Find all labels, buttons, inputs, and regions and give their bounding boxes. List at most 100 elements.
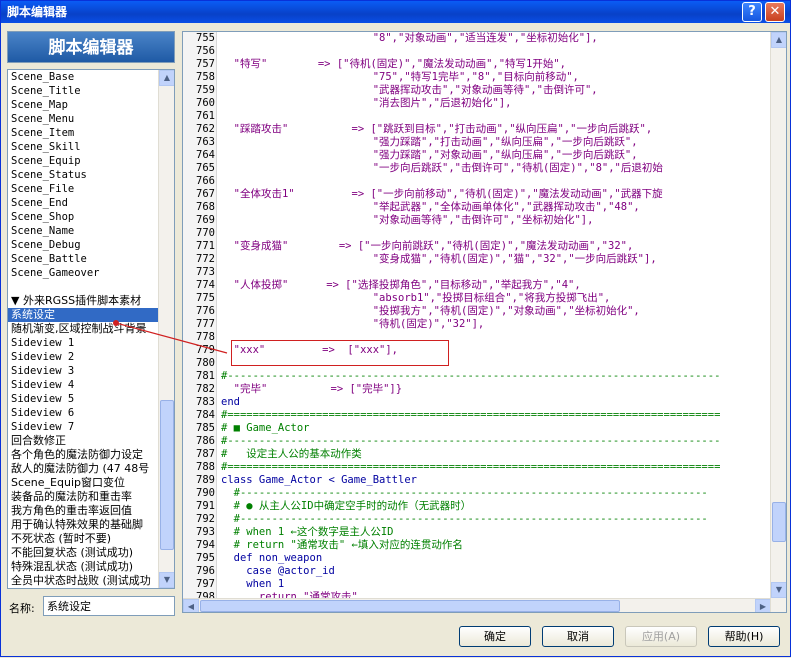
code-line[interactable]: 774 "人体投掷" => ["选择投掷角色","目标移动","举起我方","4… (183, 279, 771, 292)
code-text[interactable]: "8","对象动画","适当连发","坐标初始化"], (221, 32, 598, 45)
list-item[interactable]: 随机渐变,区域控制战斗背景 (8, 322, 159, 336)
list-item[interactable]: Scene_Item (8, 126, 159, 140)
code-line[interactable]: 766 (183, 175, 771, 188)
code-line[interactable]: 776 "投掷我方","待机(固定)","对象动画","坐标初始化", (183, 305, 771, 318)
list-item[interactable]: 用于确认特殊效果的基础脚 (8, 518, 159, 532)
code-line[interactable]: 769 "对象动画等待","击倒许可","坐标初始化"], (183, 214, 771, 227)
code-line[interactable]: 758 "75","特写1完毕","8","目标向前移动", (183, 71, 771, 84)
code-line[interactable]: 759 "武器挥动攻击","对象动画等待","击倒许可", (183, 84, 771, 97)
code-line[interactable]: 796 case @actor_id (183, 565, 771, 578)
name-field[interactable] (43, 596, 175, 616)
scroll-right-icon[interactable]: ▶ (755, 599, 771, 612)
code-text[interactable]: "消去图片","后退初始化"], (221, 97, 512, 110)
list-item[interactable]: Scene_Equip (8, 154, 159, 168)
list-item[interactable]: 特殊混乱状态 (测试成功) (8, 560, 159, 574)
code-text[interactable]: "absorb1","投掷目标组合","将我方投掷飞出", (221, 292, 611, 305)
scroll-left-icon[interactable]: ◀ (183, 599, 199, 612)
list-item[interactable]: 全员中状态时战败 (测试成功 (8, 574, 159, 588)
help-icon[interactable]: ? (742, 2, 762, 22)
code-line[interactable]: 764 "强力踩踏","对象动画","纵向压扁","一步向后跳跃", (183, 149, 771, 162)
code-line[interactable]: 762 "踩踏攻击" => ["跳跃到目标","打击动画","纵向压扁","一步… (183, 123, 771, 136)
code-text[interactable]: #---------------------------------------… (221, 370, 720, 383)
code-line[interactable]: 757 "特写" => ["待机(固定)","魔法发动动画","特写1开始", (183, 58, 771, 71)
code-text[interactable]: # when 1 ←这个数字是主人公ID (221, 526, 394, 539)
code-text[interactable]: # ● 从主人公ID中确定空手时的动作（无武器时） (221, 500, 471, 513)
code-text[interactable]: "变身成猫","待机(固定)","猫","32","一步向后跳跃"], (221, 253, 657, 266)
code-line[interactable]: 771 "变身成猫" => ["一步向前跳跃","待机(固定)","魔法发动动画… (183, 240, 771, 253)
list-item[interactable]: Sideview 4 (8, 378, 159, 392)
list-item[interactable]: Sideview 1 (8, 336, 159, 350)
list-item[interactable]: Scene_Gameover (8, 266, 159, 280)
list-item[interactable]: Scene_Menu (8, 112, 159, 126)
ok-button[interactable]: 确定 (459, 626, 531, 647)
code-text[interactable]: "人体投掷" => ["选择投掷角色","目标移动","举起我方","4", (221, 279, 581, 292)
code-line[interactable]: 770 (183, 227, 771, 240)
scroll-thumb[interactable] (160, 400, 174, 550)
list-item[interactable]: Scene_End (8, 196, 159, 210)
editor-hscrollbar[interactable]: ◀ ▶ (183, 598, 771, 612)
code-text[interactable]: # ■ Game_Actor (221, 422, 310, 435)
list-item[interactable]: Sideview 7 (8, 420, 159, 434)
code-line[interactable]: 768 "举起武器","全体动画单体化","武器挥动攻击","48", (183, 201, 771, 214)
code-line[interactable]: 777 "待机(固定)","32"], (183, 318, 771, 331)
code-text[interactable]: "强力踩踏","对象动画","纵向压扁","一步向后跳跃", (221, 149, 638, 162)
code-line[interactable]: 782 "完毕" => ["完毕"]} (183, 383, 771, 396)
code-line[interactable]: 767 "全体攻击1" => ["一步向前移动","待机(固定)","魔法发动动… (183, 188, 771, 201)
list-item[interactable]: Scene_Status (8, 168, 159, 182)
code-line[interactable]: 789 class Game_Actor < Game_Battler (183, 474, 771, 487)
apply-button[interactable]: 应用(A) (625, 626, 697, 647)
code-text[interactable]: #=======================================… (221, 461, 720, 474)
list-item[interactable]: 不能回复状态 (测试成功) (8, 546, 159, 560)
code-text[interactable]: "对象动画等待","击倒许可","坐标初始化"], (221, 214, 594, 227)
code-area[interactable]: 755 "8","对象动画","适当连发","坐标初始化"], 756 757 "特… (183, 32, 771, 598)
list-item[interactable]: 不死状态 (暂时不要) (8, 532, 159, 546)
close-icon[interactable]: ✕ (765, 2, 785, 22)
editor-vscrollbar[interactable]: ▲ ▼ (770, 32, 786, 612)
code-text[interactable]: case @actor_id (221, 565, 335, 578)
list-item[interactable]: 各个角色的魔法防御力设定 (8, 448, 159, 462)
list-item[interactable]: 装备品的魔法防和重击率 (8, 490, 159, 504)
list-item[interactable]: Scene_Debug (8, 238, 159, 252)
script-list-scrollbar[interactable]: ▲ ▼ (158, 70, 174, 588)
code-line[interactable]: 775 "absorb1","投掷目标组合","将我方投掷飞出", (183, 292, 771, 305)
code-text[interactable]: # return "通常攻击" ←填入对应的连贯动作名 (221, 539, 463, 552)
code-text[interactable]: "75","特写1完毕","8","目标向前移动", (221, 71, 579, 84)
list-item[interactable]: Scene_Title (8, 84, 159, 98)
scroll-down-icon[interactable]: ▼ (771, 582, 786, 598)
code-line[interactable]: 786 #------------------------------------… (183, 435, 771, 448)
code-text[interactable]: return "通常攻击" (221, 591, 358, 598)
help-button[interactable]: 帮助(H) (708, 626, 780, 647)
code-text[interactable]: "一步向后跳跃","击倒许可","待机(固定)","8","后退初始 (221, 162, 663, 175)
code-text[interactable]: "特写" => ["待机(固定)","魔法发动动画","特写1开始", (221, 58, 566, 71)
list-item[interactable]: 回合数修正 (8, 434, 159, 448)
list-item[interactable] (8, 280, 159, 294)
code-line[interactable]: 781 #------------------------------------… (183, 370, 771, 383)
code-line[interactable]: 756 (183, 45, 771, 58)
code-line[interactable]: 797 when 1 (183, 578, 771, 591)
code-text[interactable]: "投掷我方","待机(固定)","对象动画","坐标初始化", (221, 305, 640, 318)
code-text[interactable]: when 1 (221, 578, 284, 591)
list-item[interactable]: 敌人的魔法防御力 (47 48号 (8, 462, 159, 476)
code-line[interactable]: 755 "8","对象动画","适当连发","坐标初始化"], (183, 32, 771, 45)
cancel-button[interactable]: 取消 (542, 626, 614, 647)
code-line[interactable]: 785 # ■ Game_Actor (183, 422, 771, 435)
list-item[interactable]: Scene_Shop (8, 210, 159, 224)
code-text[interactable]: "武器挥动攻击","对象动画等待","击倒许可", (221, 84, 598, 97)
code-line[interactable]: 772 "变身成猫","待机(固定)","猫","32","一步向后跳跃"], (183, 253, 771, 266)
code-editor[interactable]: 755 "8","对象动画","适当连发","坐标初始化"], 756 757 "特… (182, 31, 787, 613)
list-item[interactable]: Scene_Battle (8, 252, 159, 266)
list-item[interactable]: Scene_Name (8, 224, 159, 238)
code-line[interactable]: 765 "一步向后跳跃","击倒许可","待机(固定)","8","后退初始 (183, 162, 771, 175)
code-text[interactable]: "变身成猫" => ["一步向前跳跃","待机(固定)","魔法发动动画","3… (221, 240, 634, 253)
list-item[interactable]: Sideview 6 (8, 406, 159, 420)
code-line[interactable]: 795 def non_weapon (183, 552, 771, 565)
vscroll-thumb[interactable] (772, 502, 786, 542)
scroll-down-icon[interactable]: ▼ (159, 572, 174, 588)
list-item[interactable]: 我方角色的重击率返回值 (8, 504, 159, 518)
scroll-up-icon[interactable]: ▲ (159, 70, 174, 86)
code-text[interactable]: #---------------------------------------… (221, 435, 720, 448)
code-text[interactable]: #---------------------------------------… (221, 487, 708, 500)
list-item[interactable]: Scene_Equip窗口变位 (8, 476, 159, 490)
code-line[interactable]: 788 #====================================… (183, 461, 771, 474)
code-text[interactable]: "完毕" => ["完毕"]} (221, 383, 402, 396)
